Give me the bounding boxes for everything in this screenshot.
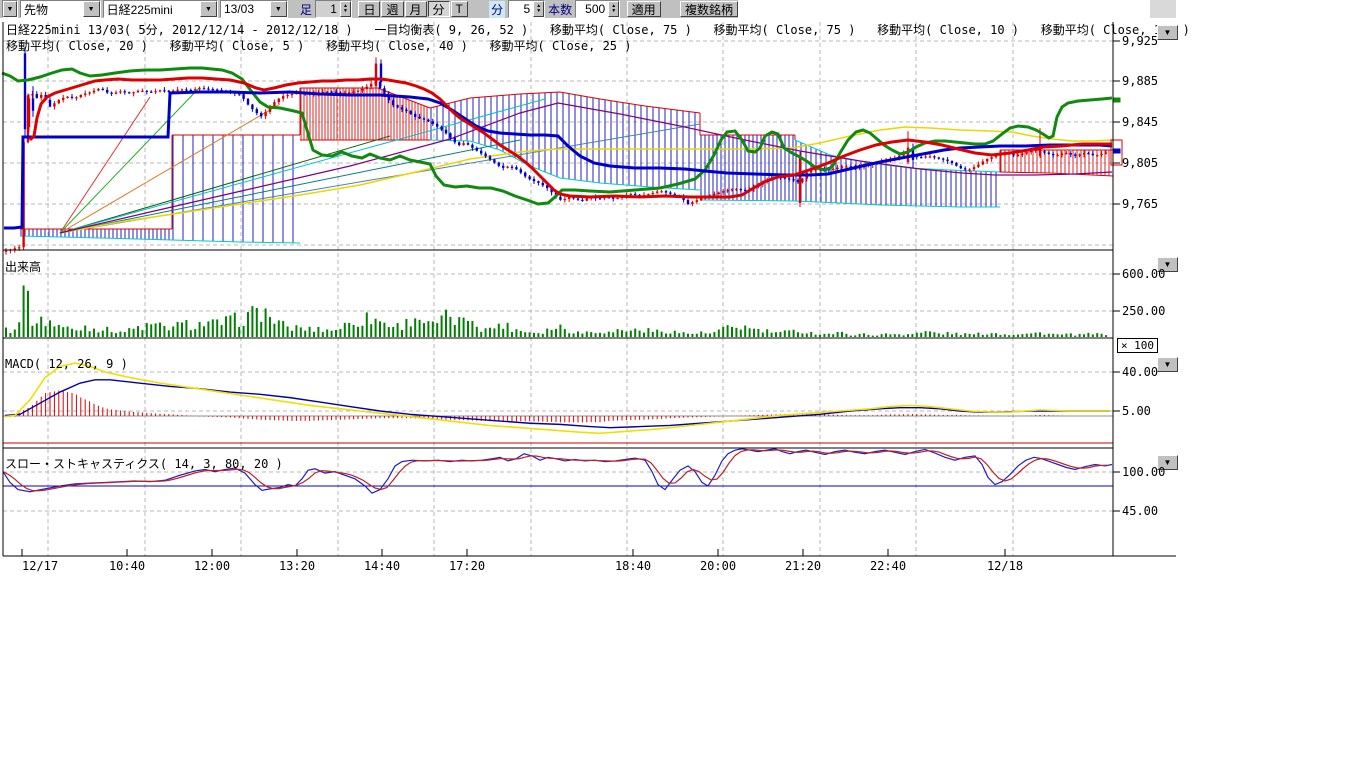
x-axis-tick-label: 10:40 — [103, 559, 151, 573]
x-axis-tick-label: 12/17 — [22, 559, 70, 573]
ichimoku-cloud — [20, 88, 1113, 243]
x-axis-tick-label: 21:20 — [779, 559, 827, 573]
x-axis-tick-label: 17:20 — [443, 559, 491, 573]
chart-canvas[interactable] — [0, 0, 1366, 600]
chart-application-window: ▼ 先物 ▼ 日経225mini ▼ 13/03 ▼ 足 1 ▲▼ 日 週 月 … — [0, 0, 1366, 768]
y-axis-tick-label: 250.00 — [1122, 304, 1165, 318]
volume-multiplier-badge: × 100 — [1117, 338, 1158, 353]
macd-panel — [3, 363, 1113, 433]
y-axis-tick-label: 9,765 — [1122, 197, 1158, 211]
x-axis-tick-label: 14:40 — [358, 559, 406, 573]
y-axis-tick-label: 100.00 — [1122, 465, 1165, 479]
macd-axis-dropdown-button[interactable]: ▼ — [1157, 357, 1178, 372]
x-axis-tick-label: 12/18 — [981, 559, 1029, 573]
y-axis-tick-label: 5.00 — [1122, 404, 1151, 418]
y-axis-tick-label: 9,925 — [1122, 34, 1158, 48]
y-axis-tick-label: 600.00 — [1122, 267, 1165, 281]
y-axis-tick-label: 40.00 — [1122, 365, 1158, 379]
x-axis-tick-label: 22:40 — [864, 559, 912, 573]
volume-panel-label: 出来高 — [5, 258, 41, 275]
y-axis-tick-label: 9,885 — [1122, 74, 1158, 88]
chevron-down-icon: ▼ — [1164, 29, 1172, 37]
x-axis-tick-label: 13:20 — [273, 559, 321, 573]
axis-ticks — [22, 41, 1120, 556]
y-axis-tick-label: 9,845 — [1122, 115, 1158, 129]
chart-area: 日経225mini 13/03( 5分, 2012/12/14 - 2012/1… — [0, 0, 1366, 600]
x-axis-tick-label: 12:00 — [188, 559, 236, 573]
y-axis-tick-label: 9,805 — [1122, 156, 1158, 170]
chart-title-line2: 移動平均( Close, 20 ) 移動平均( Close, 5 ) 移動平均(… — [6, 37, 631, 54]
chart-title-line1: 日経225mini 13/03( 5分, 2012/12/14 - 2012/1… — [6, 21, 1190, 38]
chevron-down-icon: ▼ — [1164, 361, 1172, 369]
macd-panel-label: MACD( 12, 26, 9 ) — [5, 357, 128, 371]
stochastics-panel-label: スロー・ストキャスティクス( 14, 3, 80, 20 ) — [5, 455, 283, 472]
x-axis-tick-label: 18:40 — [609, 559, 657, 573]
y-axis-tick-label: 45.00 — [1122, 504, 1158, 518]
price-axis-dropdown-button[interactable]: ▼ — [1157, 25, 1178, 40]
x-axis-tick-label: 20:00 — [694, 559, 742, 573]
